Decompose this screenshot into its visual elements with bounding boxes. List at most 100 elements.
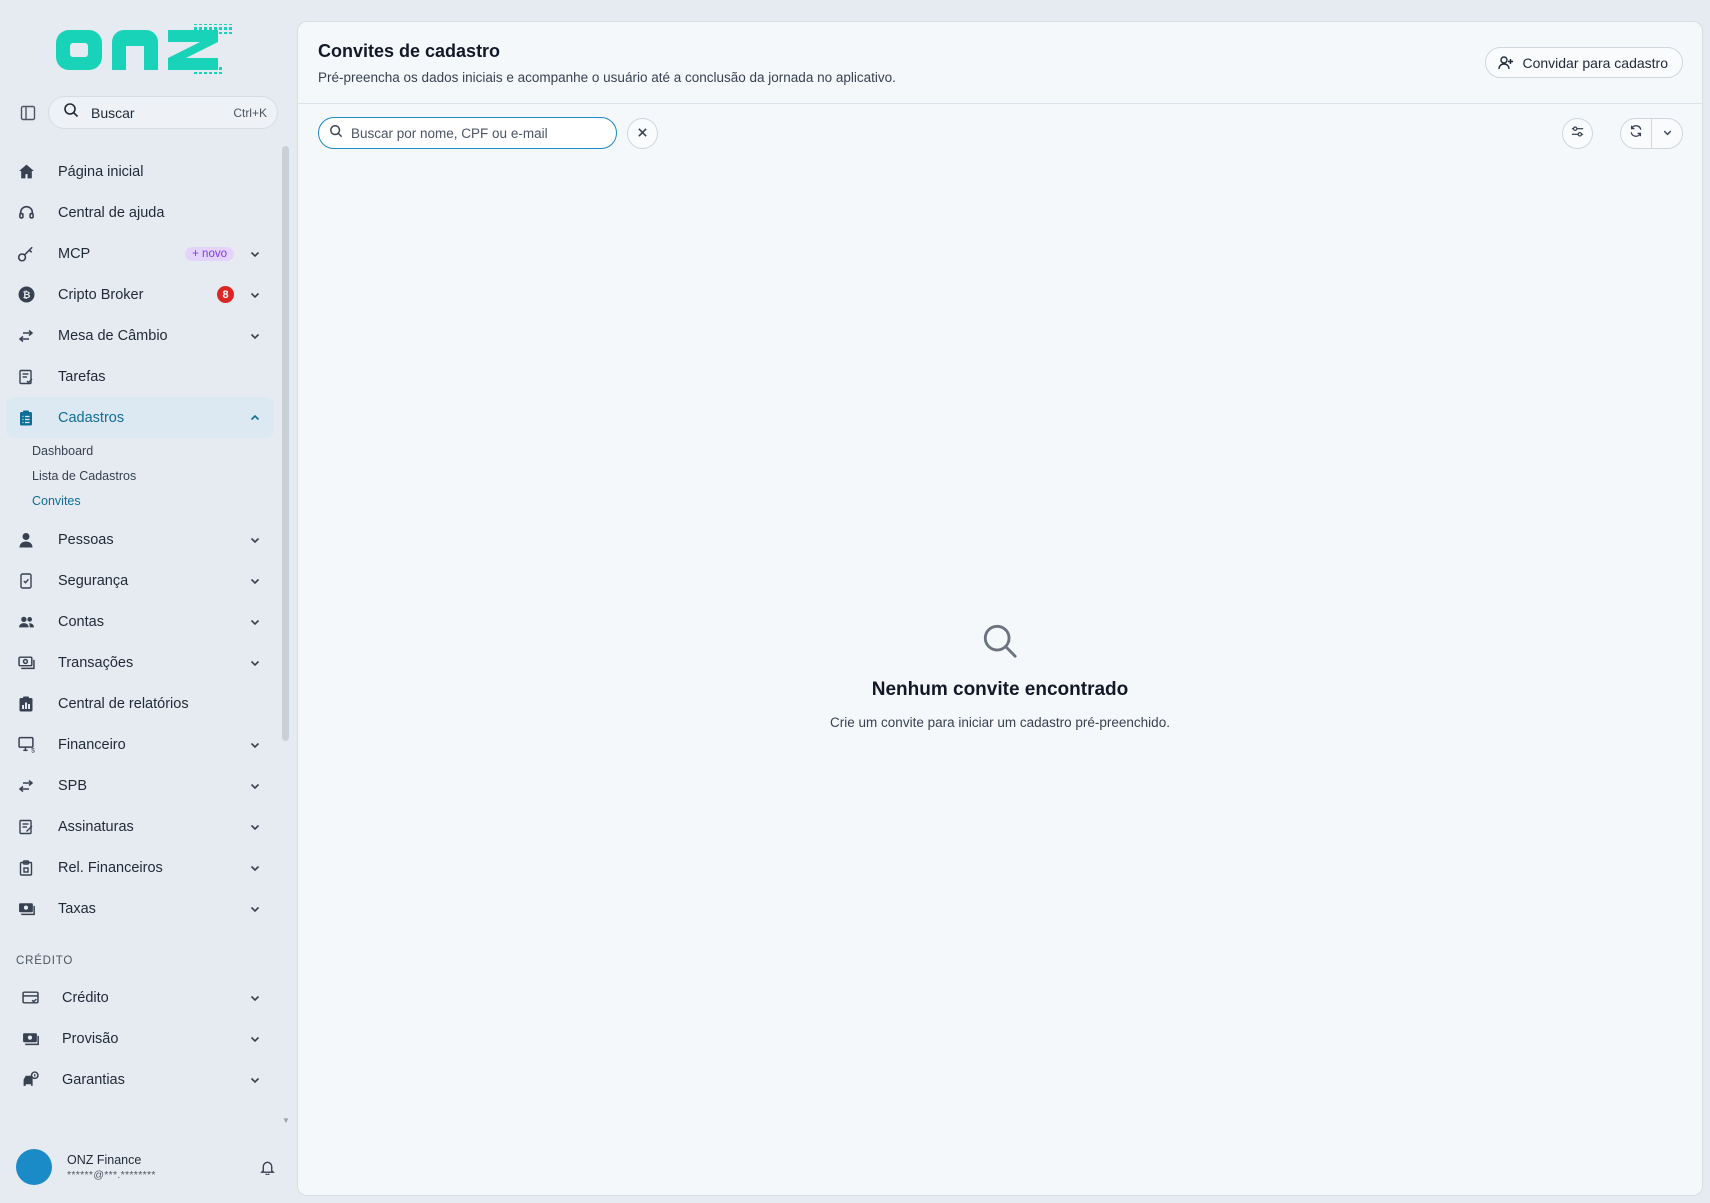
sidebar-item-label: Rel. Financeiros — [58, 859, 163, 876]
new-badge: + novo — [185, 246, 234, 261]
sidebar-item-transacoes[interactable]: Transações — [6, 642, 274, 683]
sidebar-item-cripto-broker[interactable]: ₿ Cripto Broker 8 — [6, 274, 274, 315]
sidebar-search-label: Buscar — [91, 104, 135, 121]
toolbar — [318, 117, 1683, 151]
sidebar-item-label: Transações — [58, 654, 134, 671]
sidebar-item-label: Garantias — [62, 1071, 125, 1088]
sidebar-toggle-icon[interactable] — [16, 101, 40, 125]
sidebar-item-assinaturas[interactable]: Assinaturas — [6, 806, 274, 847]
sidebar-item-seguranca[interactable]: Segurança — [6, 560, 274, 601]
sidebar-nav: Página inicial Central de ajuda MCP + no… — [6, 151, 274, 929]
sidebar-item-rel-financeiros[interactable]: Rel. Financeiros — [6, 847, 274, 888]
chevron-down-icon — [246, 777, 264, 795]
sidebar-search[interactable]: Buscar Ctrl+K — [48, 96, 278, 129]
sidebar-item-pessoas[interactable]: Pessoas — [6, 519, 274, 560]
guarantee-icon — [20, 1070, 40, 1090]
sidebar-item-mesa-de-cambio[interactable]: Mesa de Câmbio — [6, 315, 274, 356]
scroll-down-arrow-icon[interactable]: ▼ — [282, 1116, 290, 1125]
fees-icon — [16, 899, 36, 919]
sidebar-item-provisao[interactable]: Provisão — [10, 1018, 274, 1059]
sidebar-item-label: Central de relatórios — [58, 695, 189, 712]
sidebar-item-central-de-relatorios[interactable]: Central de relatórios — [6, 683, 274, 724]
refresh-button[interactable] — [1621, 119, 1651, 148]
submenu-item-dashboard[interactable]: Dashboard — [32, 438, 274, 463]
provision-icon — [20, 1029, 40, 1049]
chevron-down-icon — [246, 900, 264, 918]
person-icon — [16, 530, 36, 550]
sidebar-item-label: Taxas — [58, 900, 96, 917]
refresh-button-group — [1620, 118, 1683, 149]
chevron-up-icon — [246, 409, 264, 427]
finance-icon: $ — [16, 735, 36, 755]
invite-search-input[interactable] — [351, 125, 606, 141]
close-icon — [637, 125, 648, 143]
sidebar-scrollbar[interactable] — [282, 146, 289, 741]
card-icon — [20, 988, 40, 1008]
chevron-down-icon — [246, 1030, 264, 1048]
clipboard-icon — [16, 408, 36, 428]
sidebar-item-spb[interactable]: SPB — [6, 765, 274, 806]
main-panel: Convites de cadastro Pré-preencha os dad… — [297, 21, 1703, 1196]
avatar[interactable] — [16, 1149, 52, 1185]
bell-icon[interactable] — [256, 1156, 278, 1178]
sidebar-item-financeiro[interactable]: $ Financeiro — [6, 724, 274, 765]
sidebar-item-label: Mesa de Câmbio — [58, 327, 168, 344]
shield-phone-icon — [16, 571, 36, 591]
sidebar-item-label: Contas — [58, 613, 104, 630]
user-profile[interactable]: ONZ Finance ******@***.******** — [16, 1147, 278, 1187]
refresh-icon — [1629, 124, 1643, 143]
sidebar-item-label: MCP — [58, 245, 91, 262]
chevron-down-icon — [246, 286, 264, 304]
chevron-down-icon — [246, 859, 264, 877]
refresh-options-button[interactable] — [1651, 119, 1682, 148]
task-icon — [16, 367, 36, 387]
search-icon — [63, 102, 79, 123]
invite-button[interactable]: Convidar para cadastro — [1485, 47, 1683, 78]
sidebar-item-credito[interactable]: Crédito — [10, 977, 274, 1018]
filter-button[interactable] — [1562, 118, 1593, 149]
empty-state-title: Nenhum convite encontrado — [871, 679, 1129, 700]
sidebar-item-contas[interactable]: Contas — [6, 601, 274, 642]
sidebar-item-central-de-ajuda[interactable]: Central de ajuda — [6, 192, 274, 233]
submenu-item-convites[interactable]: Convites — [32, 488, 274, 513]
invite-search-field[interactable] — [318, 117, 617, 149]
sidebar-item-cadastros[interactable]: Cadastros — [6, 397, 274, 438]
sidebar-item-tarefas[interactable]: Tarefas — [6, 356, 274, 397]
cadastros-submenu: Dashboard Lista de Cadastros Convites — [6, 438, 274, 519]
empty-state-text: Crie um convite para iniciar um cadastro… — [830, 715, 1170, 730]
chevron-down-icon — [1662, 125, 1673, 143]
sidebar-item-label: Provisão — [62, 1030, 119, 1047]
sidebar: Buscar Ctrl+K Página inicial Central de … — [0, 0, 290, 1203]
sidebar-item-taxas[interactable]: Taxas — [6, 888, 274, 929]
credit-nav: Crédito Provisão Garantias — [10, 977, 274, 1100]
add-user-icon — [1498, 55, 1514, 71]
chevron-down-icon — [246, 818, 264, 836]
exchange-icon — [16, 326, 36, 346]
chevron-down-icon — [246, 736, 264, 754]
money-icon — [16, 653, 36, 673]
chevron-down-icon — [246, 327, 264, 345]
sidebar-item-label: Pessoas — [58, 531, 114, 548]
sidebar-item-label: Central de ajuda — [58, 204, 165, 221]
sidebar-item-label: Tarefas — [58, 368, 106, 385]
svg-text:$: $ — [31, 747, 35, 753]
clear-search-button[interactable] — [627, 118, 658, 149]
submenu-item-lista-de-cadastros[interactable]: Lista de Cadastros — [32, 463, 274, 488]
sidebar-item-label: Página inicial — [58, 163, 144, 180]
sidebar-item-garantias[interactable]: Garantias — [10, 1059, 274, 1100]
onz-logo[interactable] — [54, 22, 238, 76]
user-email: ******@***.******** — [67, 1169, 156, 1181]
chevron-down-icon — [246, 531, 264, 549]
sidebar-item-mcp[interactable]: MCP + novo — [6, 233, 274, 274]
sidebar-item-label: Cadastros — [58, 409, 125, 426]
sidebar-item-label: Segurança — [58, 572, 129, 589]
sidebar-item-label: Financeiro — [58, 736, 126, 753]
chevron-down-icon — [246, 613, 264, 631]
sidebar-item-label: Crédito — [62, 989, 109, 1006]
page-header: Convites de cadastro Pré-preencha os dad… — [298, 22, 1702, 104]
home-icon — [16, 162, 36, 182]
signature-icon — [16, 817, 36, 837]
bitcoin-icon: ₿ — [16, 285, 36, 305]
sidebar-item-pagina-inicial[interactable]: Página inicial — [6, 151, 274, 192]
clipboard-report-icon — [16, 858, 36, 878]
